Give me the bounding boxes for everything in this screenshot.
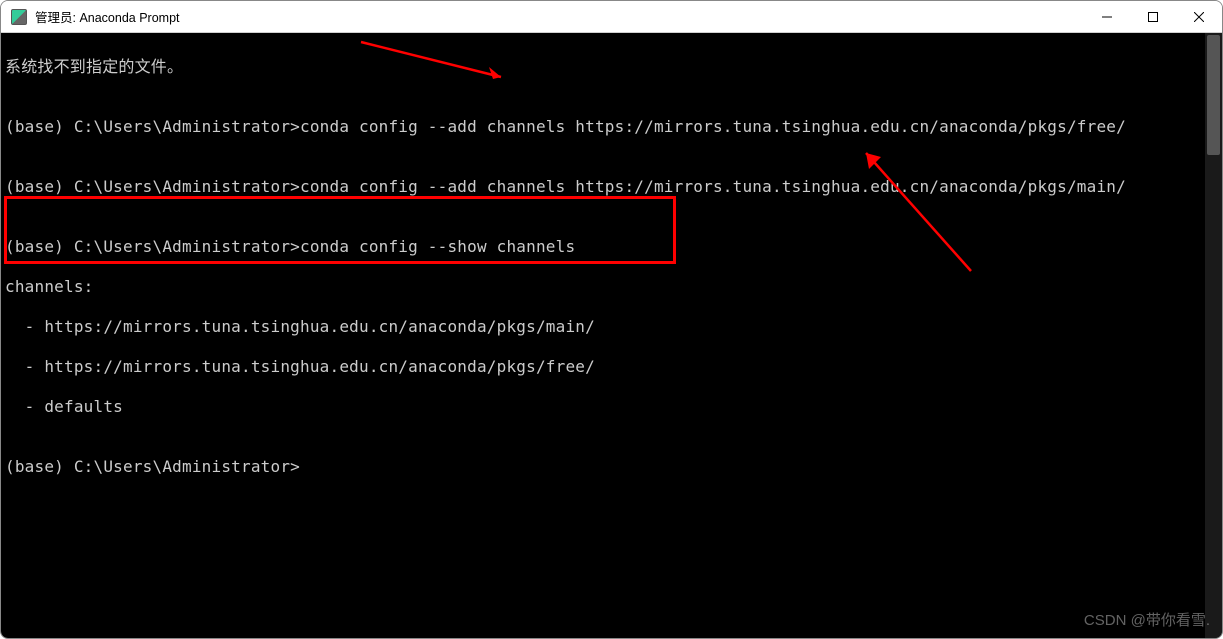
channel-line: - https://mirrors.tuna.tsinghua.edu.cn/a… xyxy=(5,357,1200,377)
output-line: 系统找不到指定的文件。 xyxy=(5,57,1200,77)
output-line: channels: xyxy=(5,277,1200,297)
minimize-icon xyxy=(1102,12,1112,22)
terminal-output: 系统找不到指定的文件。 (base) C:\Users\Administrato… xyxy=(1,33,1204,638)
watermark-text: CSDN @带你看雪. xyxy=(1084,609,1210,630)
window-title: 管理员: Anaconda Prompt xyxy=(35,7,1084,26)
prompt-line: (base) C:\Users\Administrator> xyxy=(5,457,1200,477)
terminal-area[interactable]: 系统找不到指定的文件。 (base) C:\Users\Administrato… xyxy=(1,33,1222,638)
maximize-icon xyxy=(1148,12,1158,22)
app-icon xyxy=(11,9,27,25)
scrollbar-thumb[interactable] xyxy=(1207,35,1220,155)
prompt-line: (base) C:\Users\Administrator>conda conf… xyxy=(5,117,1200,137)
channel-line: - https://mirrors.tuna.tsinghua.edu.cn/a… xyxy=(5,317,1200,337)
close-button[interactable] xyxy=(1176,1,1222,32)
close-icon xyxy=(1194,12,1204,22)
terminal-window: 管理员: Anaconda Prompt 系统找不到指定的文件。 (base) … xyxy=(0,0,1223,639)
prompt-line: (base) C:\Users\Administrator>conda conf… xyxy=(5,177,1200,197)
title-bar[interactable]: 管理员: Anaconda Prompt xyxy=(1,1,1222,33)
window-controls xyxy=(1084,1,1222,32)
maximize-button[interactable] xyxy=(1130,1,1176,32)
minimize-button[interactable] xyxy=(1084,1,1130,32)
prompt-line: (base) C:\Users\Administrator>conda conf… xyxy=(5,237,1200,257)
channel-line: - defaults xyxy=(5,397,1200,417)
vertical-scrollbar[interactable] xyxy=(1205,33,1222,638)
